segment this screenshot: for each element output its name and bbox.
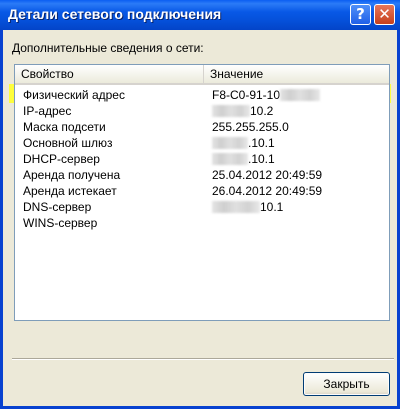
divider: [12, 358, 394, 360]
row-property: DNS-сервер: [23, 200, 92, 214]
row-property: Аренда получена: [23, 168, 121, 182]
row-value: 26.04.2012 20:49:59: [212, 183, 322, 199]
row-property: DHCP-сервер: [23, 152, 100, 166]
row-property: IP-адрес: [23, 104, 72, 118]
redacted-mask: [280, 89, 321, 101]
help-button[interactable]: ?: [350, 4, 371, 25]
close-icon: ✕: [378, 5, 391, 23]
row-property: Маска подсети: [23, 120, 106, 134]
row-value-text: .10.1: [248, 152, 275, 166]
row-property: WINS-сервер: [23, 216, 98, 230]
row-value-text: 255.255.255.0: [212, 120, 289, 134]
list-row[interactable]: DHCP-сервер .10.1: [15, 151, 389, 167]
redacted-mask: [212, 105, 250, 117]
redacted-mask: [212, 137, 248, 149]
list-row[interactable]: Аренда истекает 26.04.2012 20:49:59: [15, 183, 389, 199]
row-value-text: .10.1: [248, 136, 275, 150]
row-value: .10.1: [212, 151, 275, 167]
row-value: 25.04.2012 20:49:59: [212, 167, 322, 183]
list-row[interactable]: Основной шлюз .10.1: [15, 135, 389, 151]
column-header-property[interactable]: Свойство: [15, 65, 203, 83]
row-value-text: 10.1: [260, 200, 284, 214]
title-bar[interactable]: Детали сетевого подключения ? ✕: [0, 0, 400, 30]
row-value: 10.2: [212, 103, 273, 119]
list-row[interactable]: DNS-сервер 10.1: [15, 199, 389, 215]
network-details-dialog: Детали сетевого подключения ? ✕ Дополнит…: [0, 0, 400, 409]
close-button[interactable]: Закрыть: [303, 372, 390, 396]
list-header: Свойство Значение: [15, 65, 389, 85]
row-property: Основной шлюз: [23, 136, 113, 150]
list-row[interactable]: IP-адрес 10.2: [15, 103, 389, 119]
row-value: .10.1: [212, 135, 275, 151]
list-row[interactable]: Маска подсети 255.255.255.0: [15, 119, 389, 135]
additional-info-label: Дополнительные сведения о сети:: [12, 41, 204, 55]
row-property: Аренда истекает: [23, 184, 117, 198]
list-row[interactable]: Физический адрес F8-C0-91-10: [15, 87, 389, 103]
row-property: Физический адрес: [23, 88, 125, 102]
help-icon: ?: [356, 5, 365, 23]
redacted-mask: [212, 201, 260, 213]
row-value-text: 10.2: [250, 104, 274, 118]
row-value-text: F8-C0-91-10: [212, 88, 281, 102]
row-value: F8-C0-91-10: [212, 87, 321, 103]
row-value: 10.1: [212, 199, 283, 215]
list-row[interactable]: WINS-сервер: [15, 215, 389, 231]
column-header-value[interactable]: Значение: [203, 65, 389, 83]
row-value: 255.255.255.0: [212, 119, 289, 135]
redacted-mask: [212, 153, 248, 165]
row-value-text: 25.04.2012 20:49:59: [212, 168, 323, 182]
network-details-list[interactable]: Свойство Значение Физический адрес F8-C0-…: [14, 64, 390, 321]
row-value-text: 26.04.2012 20:49:59: [212, 184, 323, 198]
title-close-button[interactable]: ✕: [374, 4, 395, 25]
window-title: Детали сетевого подключения: [8, 6, 222, 22]
list-row[interactable]: Аренда получена 25.04.2012 20:49:59: [15, 167, 389, 183]
